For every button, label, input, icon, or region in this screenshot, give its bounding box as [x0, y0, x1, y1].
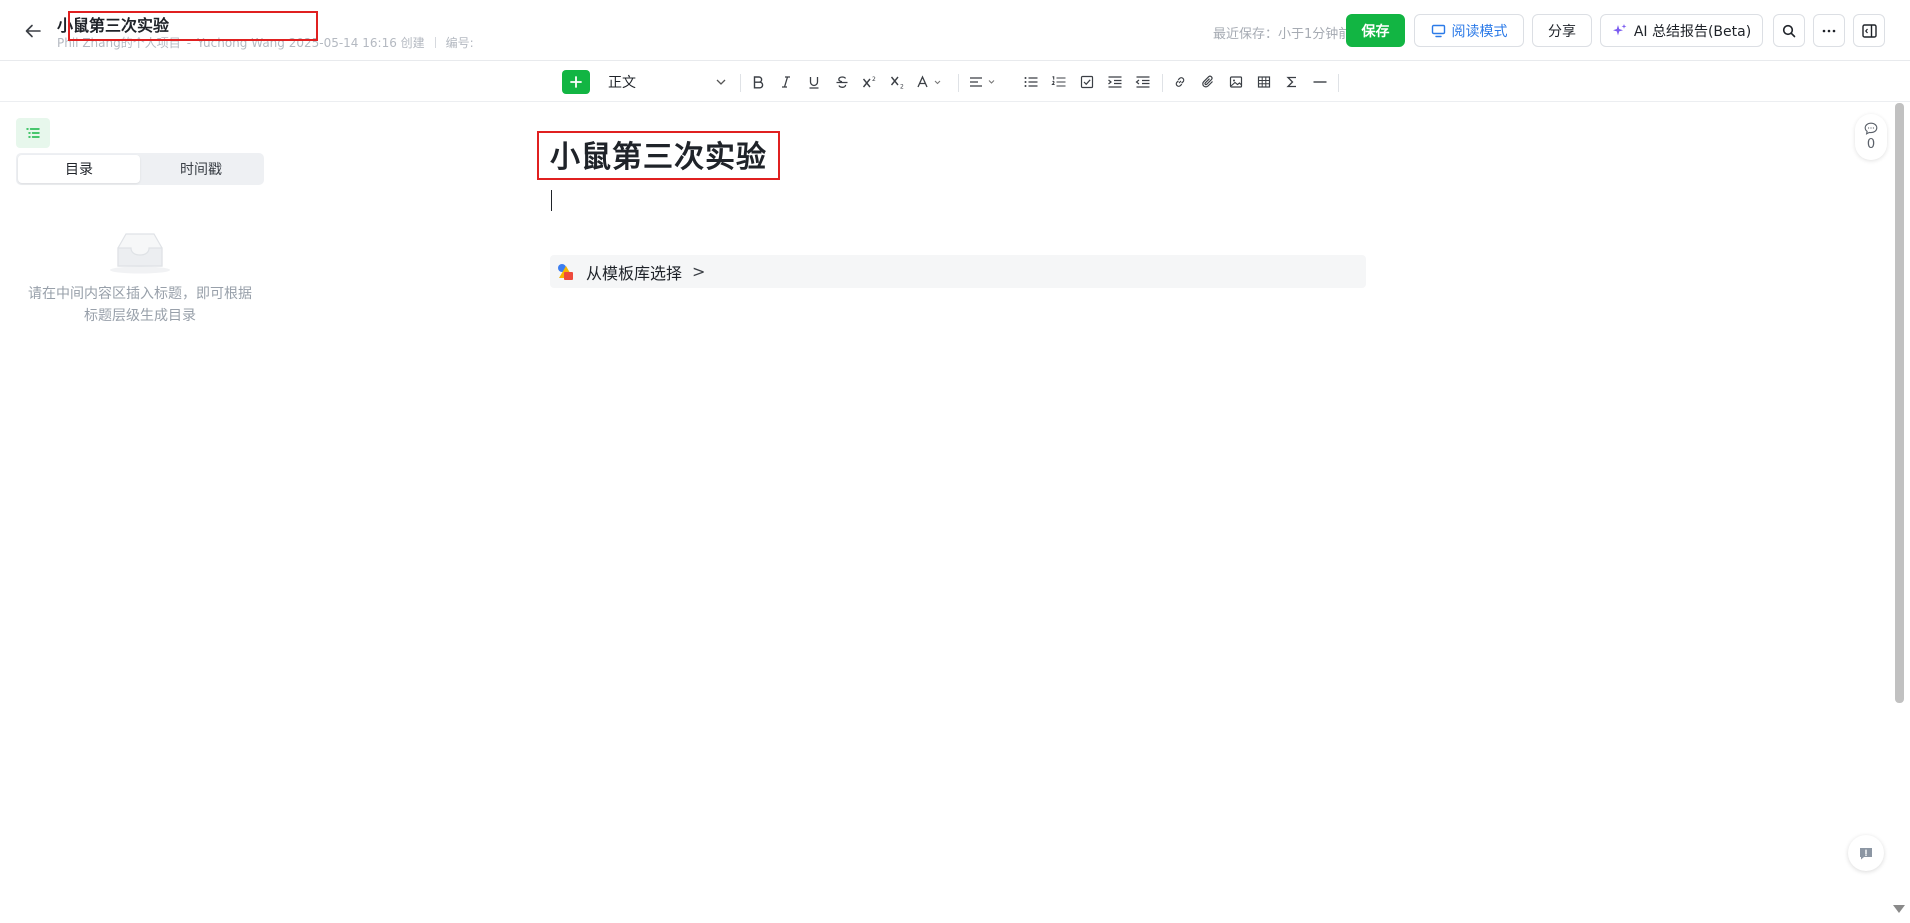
save-button[interactable]: 保存 — [1346, 14, 1405, 47]
template-library-button[interactable]: 从模板库选择 > — [550, 255, 1366, 288]
toc-empty-message: 请在中间内容区插入标题，即可根据标题层级生成目录 — [28, 286, 252, 324]
superscript-icon[interactable]: 2 — [858, 70, 882, 94]
table-icon[interactable] — [1252, 70, 1276, 94]
feedback-button[interactable] — [1848, 835, 1884, 871]
back-arrow-icon[interactable] — [20, 18, 46, 44]
indent-decrease-icon[interactable] — [1131, 70, 1155, 94]
tab-timestamp[interactable]: 时间戳 — [140, 155, 262, 183]
vertical-scrollbar[interactable] — [1895, 103, 1904, 703]
share-button[interactable]: 分享 — [1532, 14, 1592, 47]
bold-icon[interactable] — [746, 70, 770, 94]
meta-number-label: 编号: — [445, 36, 474, 50]
subscript-icon[interactable]: 2 — [886, 70, 910, 94]
bullet-list-icon[interactable] — [1019, 70, 1043, 94]
plus-icon — [570, 76, 582, 88]
italic-icon[interactable] — [774, 70, 798, 94]
chevron-right-icon: > — [692, 262, 706, 281]
more-dots-icon — [1822, 29, 1836, 32]
link-icon[interactable] — [1168, 70, 1192, 94]
ai-summary-button[interactable]: AI 总结报告(Beta) — [1600, 14, 1763, 47]
search-icon — [1782, 24, 1796, 37]
paragraph-style-select[interactable]: 正文 — [602, 70, 732, 94]
chevron-down-icon — [716, 79, 726, 85]
toolbar-divider — [740, 74, 741, 92]
feedback-chat-icon — [1860, 847, 1872, 859]
search-button[interactable] — [1773, 14, 1805, 47]
paragraph-style-value: 正文 — [608, 75, 636, 91]
svg-text:2: 2 — [900, 84, 904, 90]
comment-count: 0 — [1866, 137, 1876, 152]
format-toolbar: 正文 2 2 — [0, 62, 1910, 102]
ai-summary-label: AI 总结报告(Beta) — [1633, 23, 1752, 40]
insert-plus-button[interactable] — [562, 70, 590, 94]
scroll-down-arrow-icon[interactable] — [1893, 905, 1905, 913]
horizontal-rule-icon[interactable] — [1308, 70, 1332, 94]
comments-button[interactable]: 0 — [1855, 114, 1887, 160]
text-cursor — [551, 190, 552, 211]
template-shapes-icon — [558, 263, 573, 280]
toolbar-divider — [958, 74, 959, 92]
align-left-icon[interactable] — [966, 70, 1002, 94]
svg-text:2: 2 — [872, 76, 876, 83]
monitor-icon — [1431, 24, 1445, 37]
top-header: 小鼠第三次实验 Phil Zhang的个人项目 - Yuchong Wang 2… — [0, 0, 1910, 61]
share-button-label: 分享 — [1548, 23, 1576, 40]
save-button-label: 保存 — [1361, 23, 1390, 40]
save-status: 最近保存：小于1分钟前 — [1213, 27, 1352, 42]
editor-doc-title[interactable]: 小鼠第三次实验 — [550, 132, 767, 176]
doc-title[interactable]: 小鼠第三次实验 — [57, 12, 169, 36]
underline-icon[interactable] — [802, 70, 826, 94]
read-mode-button[interactable]: 阅读模式 — [1414, 14, 1524, 47]
strikethrough-icon[interactable] — [830, 70, 854, 94]
outline-list-icon[interactable] — [16, 118, 50, 148]
toolbar-divider — [1162, 74, 1163, 92]
meta-project: Phil Zhang的个人项目 — [57, 36, 181, 50]
meta-creator: Yuchong Wang 2025-05-14 16:16 创建 — [197, 36, 425, 50]
template-label: 从模板库选择 — [586, 263, 683, 283]
font-color-icon[interactable] — [914, 70, 948, 94]
formula-sigma-icon[interactable] — [1280, 70, 1304, 94]
sidebar-toggle-icon — [1861, 23, 1877, 38]
doc-meta: Phil Zhang的个人项目 - Yuchong Wang 2025-05-1… — [57, 34, 474, 51]
more-button[interactable] — [1813, 14, 1845, 47]
read-mode-label: 阅读模式 — [1451, 23, 1508, 40]
panel-toggle-button[interactable] — [1853, 14, 1885, 47]
attachment-icon[interactable] — [1196, 70, 1220, 94]
sparkle-icon — [1612, 23, 1627, 35]
meta-divider — [434, 37, 436, 48]
indent-increase-icon[interactable] — [1103, 70, 1127, 94]
tab-toc[interactable]: 目录 — [18, 155, 140, 183]
comment-bubble-icon — [1864, 122, 1878, 135]
left-panel-tabs: 目录 时间戳 — [16, 153, 264, 185]
checklist-icon[interactable] — [1075, 70, 1099, 94]
empty-inbox-icon — [108, 230, 172, 274]
meta-separator: - — [186, 35, 192, 50]
toolbar-divider — [1338, 74, 1339, 92]
image-icon[interactable] — [1224, 70, 1248, 94]
numbered-list-icon[interactable] — [1047, 70, 1071, 94]
